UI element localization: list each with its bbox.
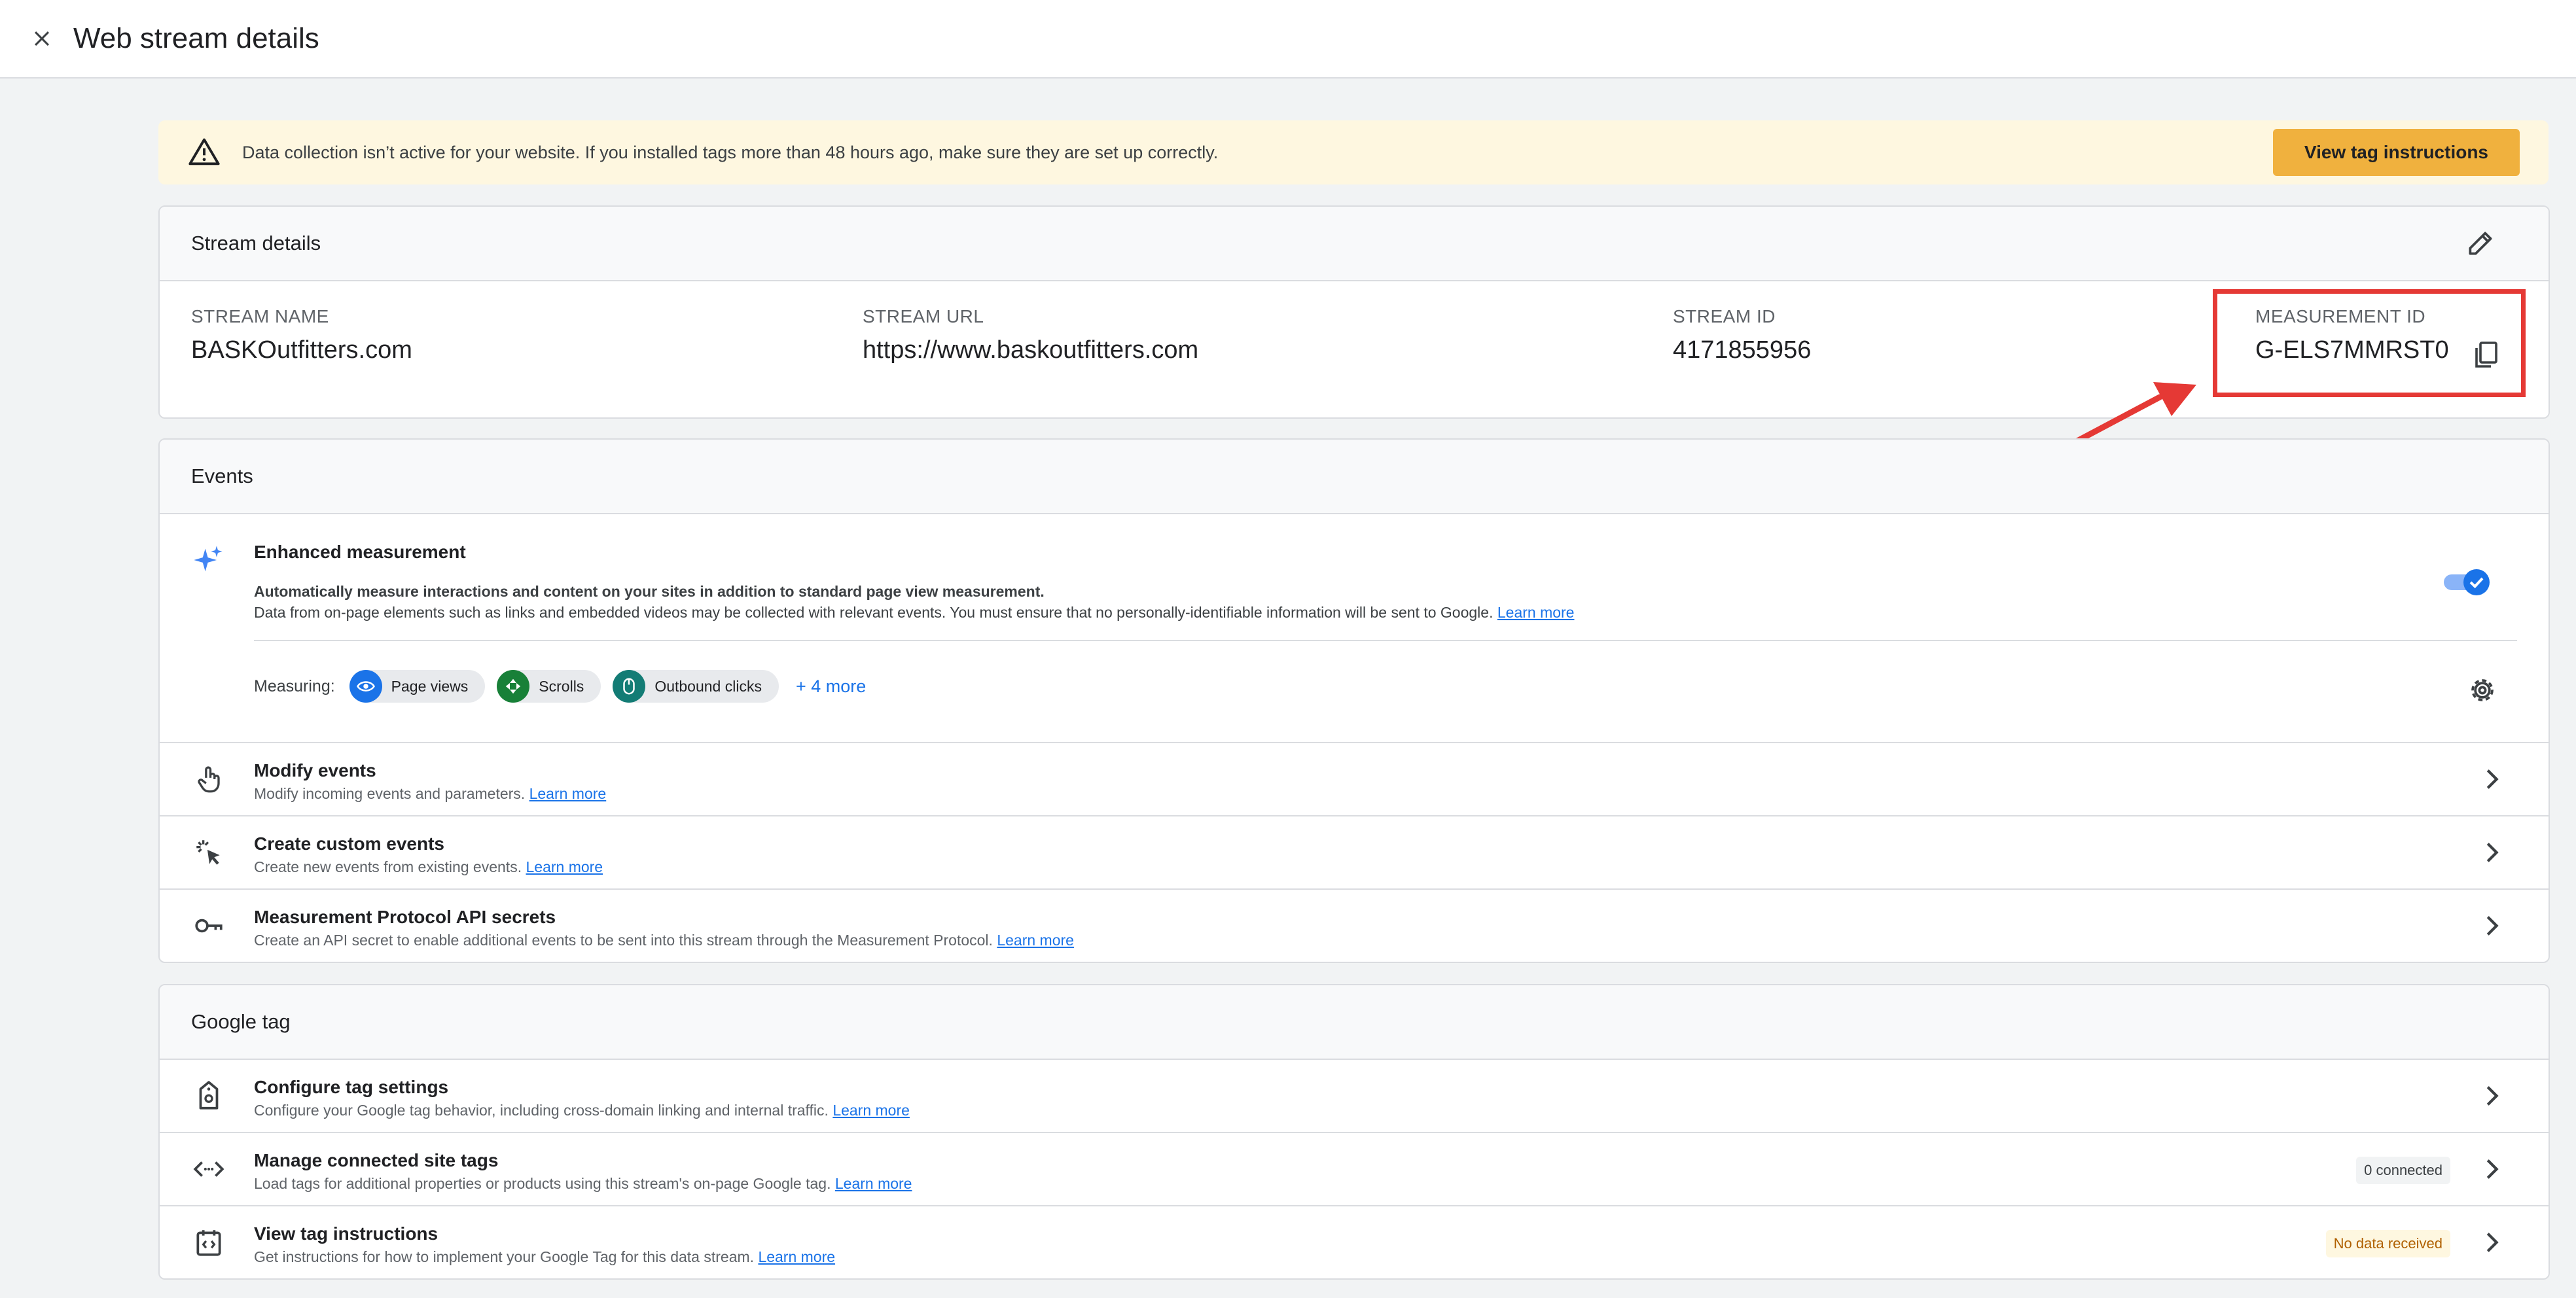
chevron-right-icon [2486,769,2499,789]
events-header: Events [160,440,2549,514]
configure-tag-settings-row[interactable]: Configure tag settings Configure your Go… [160,1060,2549,1133]
stream-id-value: 4171855956 [1673,336,1812,364]
row-title: Manage connected site tags [254,1150,499,1170]
chip-scrolls[interactable]: Scrolls [497,670,601,703]
stream-details-card: Stream details STREAM NAME BASKOutfitter… [158,205,2550,419]
stream-id-field: STREAM ID 4171855956 [1673,306,1811,364]
chevron-right-icon [2486,843,2499,862]
measuring-label: Measuring: [254,676,335,695]
row-title: Modify events [254,760,376,781]
google-tag-card: Google tag Configure tag settings Config… [158,984,2550,1280]
chip-label: Outbound clicks [654,677,762,695]
enhanced-measurement-desc: Automatically measure interactions and c… [254,583,1045,600]
row-desc: Create an API secret to enable additiona… [254,932,1074,949]
eye-icon [349,670,382,703]
learn-more-link[interactable]: Learn more [529,785,607,802]
row-desc-text: Load tags for additional properties or p… [254,1175,831,1192]
close-icon [34,31,50,46]
view-tag-instructions-button[interactable]: View tag instructions [2272,129,2520,176]
chip-page-views[interactable]: Page views [349,670,486,703]
row-desc: Modify incoming events and parameters. L… [254,785,606,803]
row-desc: Get instructions for how to implement yo… [254,1248,835,1266]
warning-icon [188,138,220,166]
code-icon [193,1161,224,1177]
row-desc: Load tags for additional properties or p… [254,1175,912,1193]
stream-id-label: STREAM ID [1673,306,1776,326]
enhanced-measurement-title: Enhanced measurement [254,542,466,562]
events-heading: Events [191,465,253,487]
edit-icon[interactable] [2465,226,2497,259]
enhanced-measurement-privacy-text: Data from on-page elements such as links… [254,604,1494,621]
top-bar: Web stream details [0,0,2576,79]
google-tag-header: Google tag [160,985,2549,1060]
events-card: Events Enhanced measurement Automaticall… [158,438,2550,963]
stream-url-value: https://www.baskoutfitters.com [863,336,1199,364]
row-desc: Create new events from existing events. … [254,858,603,876]
learn-more-link[interactable]: Learn more [997,932,1074,949]
stream-name-field: STREAM NAME BASKOutfitters.com [191,306,412,364]
warning-banner: Data collection isn’t active for your we… [158,120,2549,184]
row-title: Measurement Protocol API secrets [254,907,556,927]
row-title: View tag instructions [254,1223,438,1244]
banner-message: Data collection isn’t active for your we… [242,142,1219,162]
no-data-badge: No data received [2325,1230,2450,1257]
enhanced-measurement-toggle[interactable] [2442,567,2492,598]
mouse-icon [613,670,646,703]
chip-outbound-clicks[interactable]: Outbound clicks [613,670,779,703]
measuring-row: Measuring: Page views Scrolls Outbound c… [254,670,866,703]
scroll-icon [497,670,530,703]
row-title: Configure tag settings [254,1077,449,1097]
key-icon [195,919,223,933]
stream-url-label: STREAM URL [863,306,984,326]
stream-name-value: BASKOutfitters.com [191,336,412,364]
touch-icon [198,766,220,793]
google-tag-heading: Google tag [191,1010,291,1033]
stream-url-field: STREAM URL https://www.baskoutfitters.co… [863,306,1198,364]
tag-icon [199,1081,219,1110]
stream-name-label: STREAM NAME [191,306,329,326]
close-button[interactable] [22,19,62,58]
row-desc: Configure your Google tag behavior, incl… [254,1102,910,1119]
code-calendar-icon [196,1230,221,1256]
view-tag-instructions-row[interactable]: View tag instructions Get instructions f… [160,1206,2549,1278]
gear-icon[interactable] [2466,674,2499,707]
more-measurements-link[interactable]: + 4 more [796,676,866,697]
learn-more-link[interactable]: Learn more [758,1248,835,1265]
modify-events-row[interactable]: Modify events Modify incoming events and… [160,743,2549,816]
chip-label: Page views [391,677,469,695]
connected-count-badge: 0 connected [2356,1157,2450,1184]
measurement-id-highlight [2213,289,2526,397]
page-title: Web stream details [73,22,319,54]
chevron-right-icon [2486,1233,2499,1252]
measurement-protocol-row[interactable]: Measurement Protocol API secrets Create … [160,890,2549,962]
click-icon [196,840,220,865]
chip-label: Scrolls [539,677,584,695]
sparkle-icon [194,546,223,572]
row-desc-text: Get instructions for how to implement yo… [254,1248,755,1265]
learn-more-link[interactable]: Learn more [832,1102,910,1119]
row-desc-text: Modify incoming events and parameters. [254,785,526,802]
stream-details-heading: Stream details [191,232,321,254]
stream-details-body: STREAM NAME BASKOutfitters.com STREAM UR… [160,281,2549,417]
section-divider [254,640,2517,641]
learn-more-link[interactable]: Learn more [526,858,603,875]
row-title: Create custom events [254,833,445,854]
stream-details-header: Stream details [160,207,2549,281]
enhanced-measurement-section: Enhanced measurement Automatically measu… [160,514,2549,743]
row-desc-text: Create an API secret to enable additiona… [254,932,993,949]
chevron-right-icon [2486,916,2499,936]
row-desc-text: Create new events from existing events. [254,858,522,875]
row-desc-text: Configure your Google tag behavior, incl… [254,1102,829,1119]
manage-connected-site-tags-row[interactable]: Manage connected site tags Load tags for… [160,1133,2549,1206]
chevron-right-icon [2486,1086,2499,1106]
create-custom-events-row[interactable]: Create custom events Create new events f… [160,816,2549,890]
learn-more-link[interactable]: Learn more [835,1175,912,1192]
chevron-right-icon [2486,1159,2499,1179]
enhanced-measurement-privacy-note: Data from on-page elements such as links… [254,604,1574,622]
enhanced-measurement-learn-more-link[interactable]: Learn more [1497,604,1575,621]
